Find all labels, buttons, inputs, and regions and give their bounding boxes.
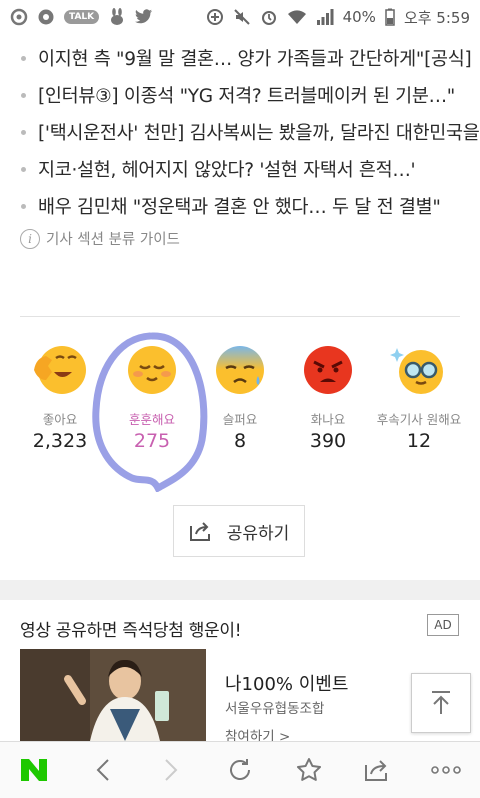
bullet: [21, 129, 26, 135]
more-icon: [430, 766, 461, 774]
forward-button[interactable]: [141, 742, 201, 798]
back-icon: [96, 759, 109, 781]
headline-link[interactable]: 이지현 측 "9월 말 결혼… 양가 가족들과 간단하게"[공식]: [38, 45, 472, 71]
forward-icon: [165, 759, 178, 781]
ad-image[interactable]: [20, 649, 206, 741]
section-guide-label: 기사 섹션 분류 가이드: [46, 232, 180, 248]
arrow-up-icon: [432, 691, 450, 714]
reaction-count: 12: [406, 430, 432, 452]
signal-icon: [316, 9, 334, 25]
reaction-count: 390: [309, 430, 347, 452]
angry-emoji-icon: [304, 346, 352, 394]
clapping-emoji-icon: [34, 346, 86, 394]
kakaotalk-icon: TALK: [64, 10, 100, 24]
back-button[interactable]: [73, 742, 133, 798]
headline-item[interactable]: [인터뷰③] 이종석 "YG 저격? 트러블메이커 된 기분…": [0, 77, 455, 113]
ad-sponsor: 서울우유협동조합: [225, 701, 325, 717]
headline-link[interactable]: [인터뷰③] 이종석 "YG 저격? 트러블메이커 된 기분…": [38, 82, 455, 108]
share-icon: [189, 522, 210, 541]
share-button[interactable]: 공유하기: [173, 505, 305, 557]
headline-item[interactable]: 이지현 측 "9월 말 결혼… 양가 가족들과 간단하게"[공식]: [0, 40, 472, 76]
divider: [20, 316, 460, 317]
reaction-label: 화나요: [310, 412, 346, 427]
headline-link[interactable]: 지코·설현, 헤어지지 않았다? '설현 자택서 흔적…': [38, 156, 416, 182]
wifi-icon: [287, 9, 307, 25]
battery-percent: 40%: [342, 8, 376, 26]
ad-name[interactable]: 나100% 이벤트: [225, 670, 348, 696]
page-share-button[interactable]: [347, 742, 407, 798]
reaction-want-followup[interactable]: 후속기사 원해요 12: [374, 340, 464, 452]
headline-item[interactable]: 배우 김민채 "정운택과 결혼 안 했다… 두 달 전 결별": [0, 188, 441, 224]
bookmark-star-icon: [296, 758, 321, 781]
naver-logo-icon: [21, 759, 48, 781]
bookmark-button[interactable]: [279, 742, 339, 798]
mute-icon: [233, 8, 251, 26]
headline-item[interactable]: 지코·설현, 헤어지지 않았다? '설현 자택서 흔적…': [0, 151, 416, 187]
ad-title[interactable]: 영상 공유하면 즉석당첨 행운이!: [20, 616, 242, 641]
info-icon: i: [20, 228, 40, 249]
alarm-icon: [260, 8, 278, 26]
hand-drawn-highlight-circle: [92, 332, 208, 492]
naver-home-button[interactable]: [4, 742, 64, 798]
sad-emoji-icon: [216, 346, 264, 394]
section-guide-link[interactable]: i 기사 섹션 분류 가이드: [20, 228, 180, 249]
headline-link[interactable]: ['택시운전사' 천만] 김사복씨는 봤을까, 달라진 대한민국을: [38, 119, 480, 145]
app-notification-icon: [10, 8, 28, 26]
rabbit-app-icon: [108, 8, 126, 26]
bullet: [21, 55, 26, 61]
share-label: 공유하기: [226, 523, 290, 544]
refresh-icon: [230, 759, 250, 780]
clock: 오후 5:59: [403, 8, 470, 27]
bullet: [21, 166, 26, 172]
status-bar: TALK 40% 오후 5:59: [0, 0, 480, 34]
twitter-icon: [135, 9, 153, 25]
reaction-angry[interactable]: 화나요 390: [283, 340, 373, 452]
bullet: [21, 92, 26, 98]
glasses-emoji-icon: [390, 348, 443, 394]
bullet: [21, 203, 26, 209]
browser-bottom-bar: [0, 741, 480, 798]
headline-link[interactable]: 배우 김민채 "정운택과 결혼 안 했다… 두 달 전 결별": [38, 193, 441, 219]
headline-item[interactable]: ['택시운전사' 천만] 김사복씨는 봤을까, 달라진 대한민국을: [0, 114, 480, 150]
sync-icon: [206, 8, 224, 26]
reaction-label: 후속기사 원해요: [376, 412, 462, 427]
scroll-to-top-button[interactable]: [411, 673, 471, 733]
circle-app-icon: [37, 8, 55, 26]
more-button[interactable]: [416, 742, 476, 798]
ad-badge: AD: [427, 614, 459, 636]
share-icon: [365, 760, 388, 781]
refresh-button[interactable]: [210, 742, 270, 798]
section-gap: [0, 580, 480, 600]
battery-icon: [385, 8, 395, 26]
